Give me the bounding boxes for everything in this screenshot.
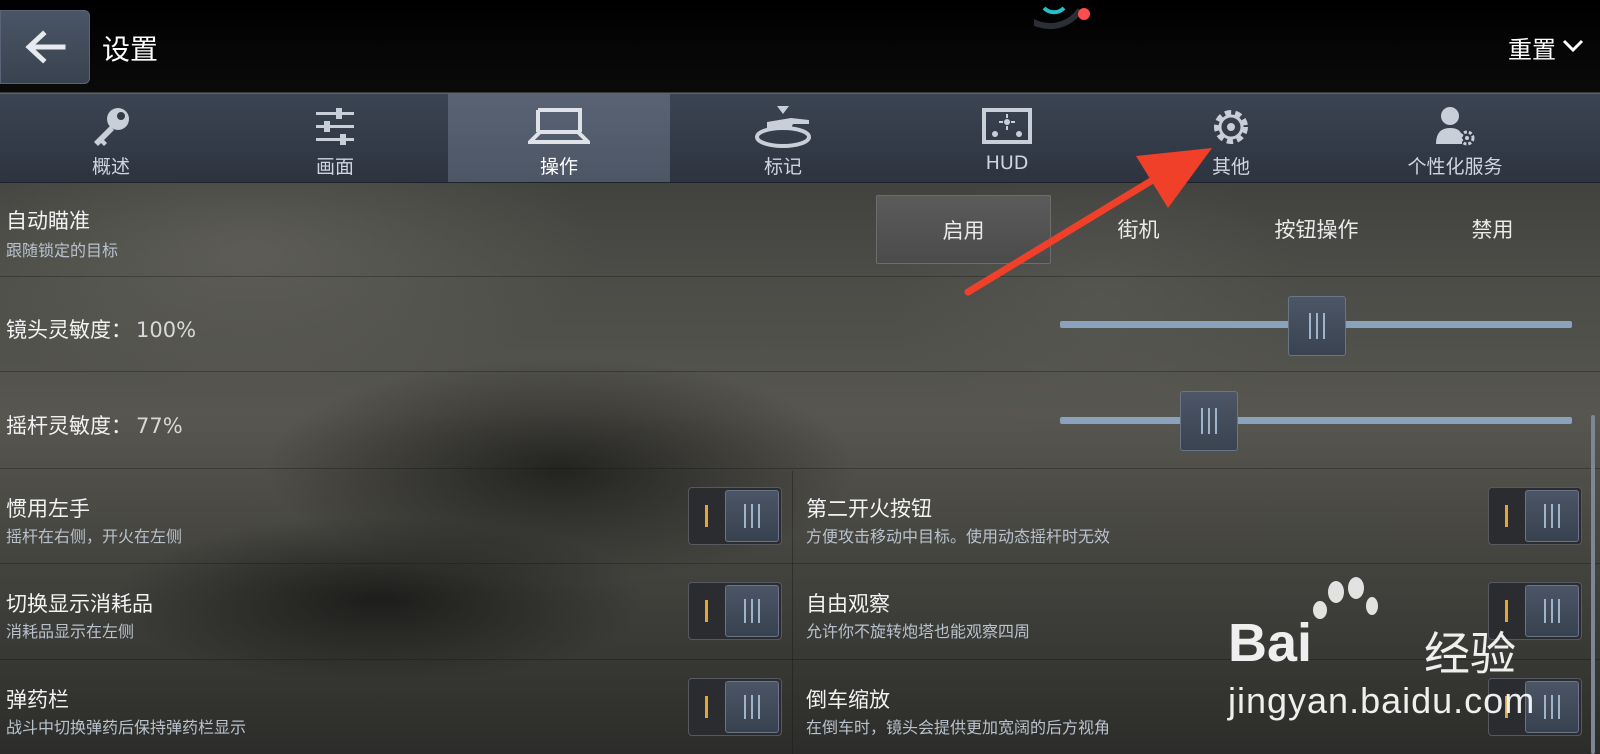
divider: [0, 563, 1600, 564]
back-button[interactable]: [0, 10, 90, 84]
left-handed-toggle[interactable]: [688, 487, 782, 545]
toggle-on-indicator: [705, 600, 708, 622]
toggle-on-indicator: [1505, 505, 1508, 527]
toggle-desc: 战斗中切换弹药后保持弹药栏显示: [6, 718, 247, 737]
divider: [0, 659, 1600, 660]
settings-tabs: 概述 画面 操作 标记 HUD 其他 个性化服务: [0, 93, 1600, 183]
column-divider: [792, 471, 793, 754]
toggle-on-indicator: [705, 505, 708, 527]
auto-aim-option-disable[interactable]: 禁用: [1406, 195, 1579, 262]
controls-icon: [528, 108, 590, 144]
toggle-desc: 方便攻击移动中目标。使用动态摇杆时无效: [806, 527, 1111, 546]
top-bar: 设置 重置: [0, 0, 1600, 92]
toggle-title: 弹药栏: [6, 688, 69, 712]
grip-icon: [744, 599, 760, 623]
joystick-sensitivity-value: 77%: [136, 414, 183, 438]
tab-label: 概述: [91, 156, 130, 178]
annotation-arrow-icon: [964, 148, 1212, 296]
progress-ring-icon: [1034, 6, 1090, 30]
divider: [0, 468, 1600, 469]
toggle-desc: 允许你不旋转炮塔也能观察四周: [806, 622, 1031, 641]
grip-icon: [1544, 695, 1560, 719]
tab-markers[interactable]: 标记: [672, 94, 894, 182]
joystick-sensitivity-label: 摇杆灵敏度： 77%: [6, 410, 183, 440]
ammo-bar-toggle[interactable]: [688, 678, 782, 736]
divider: [0, 371, 1600, 372]
toggle-title: 惯用左手: [6, 497, 90, 521]
auto-aim-title: 自动瞄准: [6, 209, 90, 233]
tank-icon: [755, 106, 811, 148]
camera-sensitivity-value: 100%: [136, 318, 197, 342]
tab-personalization[interactable]: 个性化服务: [1344, 94, 1566, 182]
toggle-knob: [725, 681, 779, 733]
tab-overview[interactable]: 概述: [0, 94, 222, 182]
watermark-brand: Bai: [1228, 613, 1313, 673]
tab-label: 标记: [763, 156, 802, 178]
joystick-sensitivity-thumb[interactable]: [1180, 391, 1239, 451]
tab-controls[interactable]: 操作: [448, 94, 670, 182]
scrollbar[interactable]: [1591, 415, 1595, 754]
grip-icon: [1544, 599, 1560, 623]
joystick-sensitivity-slider[interactable]: [1060, 417, 1572, 424]
toggle-knob: [1525, 490, 1579, 542]
consumables-side-toggle[interactable]: [688, 582, 782, 640]
toggle-on-indicator: [705, 696, 708, 718]
user-gear-icon: [1436, 107, 1475, 146]
page-title: 设置: [102, 33, 159, 66]
grip-icon: [1309, 313, 1325, 339]
toggle-desc: 摇杆在右侧，开火在左侧: [6, 527, 183, 546]
toggle-title: 第二开火按钮: [806, 497, 932, 521]
toggle-desc: 消耗品显示在左侧: [6, 622, 135, 641]
tab-display[interactable]: 画面: [224, 94, 446, 182]
sliders-icon: [316, 108, 354, 145]
tab-label: 个性化服务: [1407, 156, 1503, 178]
watermark-brand-tail: 经验: [1424, 627, 1516, 681]
grip-icon: [1544, 504, 1560, 528]
camera-sensitivity-thumb[interactable]: [1288, 296, 1346, 356]
toggle-knob: [725, 585, 779, 637]
joystick-sensitivity-title: 摇杆灵敏度：: [6, 414, 132, 438]
grip-icon: [744, 504, 760, 528]
tab-label: 操作: [539, 156, 578, 178]
chevron-down-icon[interactable]: [1562, 38, 1584, 54]
auto-aim-desc: 跟随锁定的目标: [6, 241, 119, 260]
toggle-knob: [725, 490, 779, 542]
toggle-title: 切换显示消耗品: [6, 592, 153, 616]
key-icon: [94, 108, 129, 146]
toggle-knob: [1525, 585, 1579, 637]
toggle-title: 自由观察: [806, 592, 890, 616]
watermark-url: jingyan.baidu.com: [1228, 680, 1536, 721]
toggle-desc: 在倒车时，镜头会提供更加宽阔的后方视角: [806, 718, 1111, 737]
arrow-left-icon: [25, 30, 66, 64]
divider: [0, 276, 1600, 277]
toggle-title: 倒车缩放: [806, 688, 890, 712]
tab-label: 画面: [315, 156, 354, 178]
grip-icon: [744, 695, 760, 719]
camera-sensitivity-label: 镜头灵敏度： 100%: [6, 314, 196, 344]
auto-aim-option-button[interactable]: 按钮操作: [1230, 195, 1403, 262]
reset-button[interactable]: 重置: [1508, 30, 1556, 65]
grip-icon: [1201, 408, 1218, 434]
camera-sensitivity-title: 镜头灵敏度：: [6, 318, 132, 342]
second-fire-button-toggle[interactable]: [1488, 487, 1582, 545]
